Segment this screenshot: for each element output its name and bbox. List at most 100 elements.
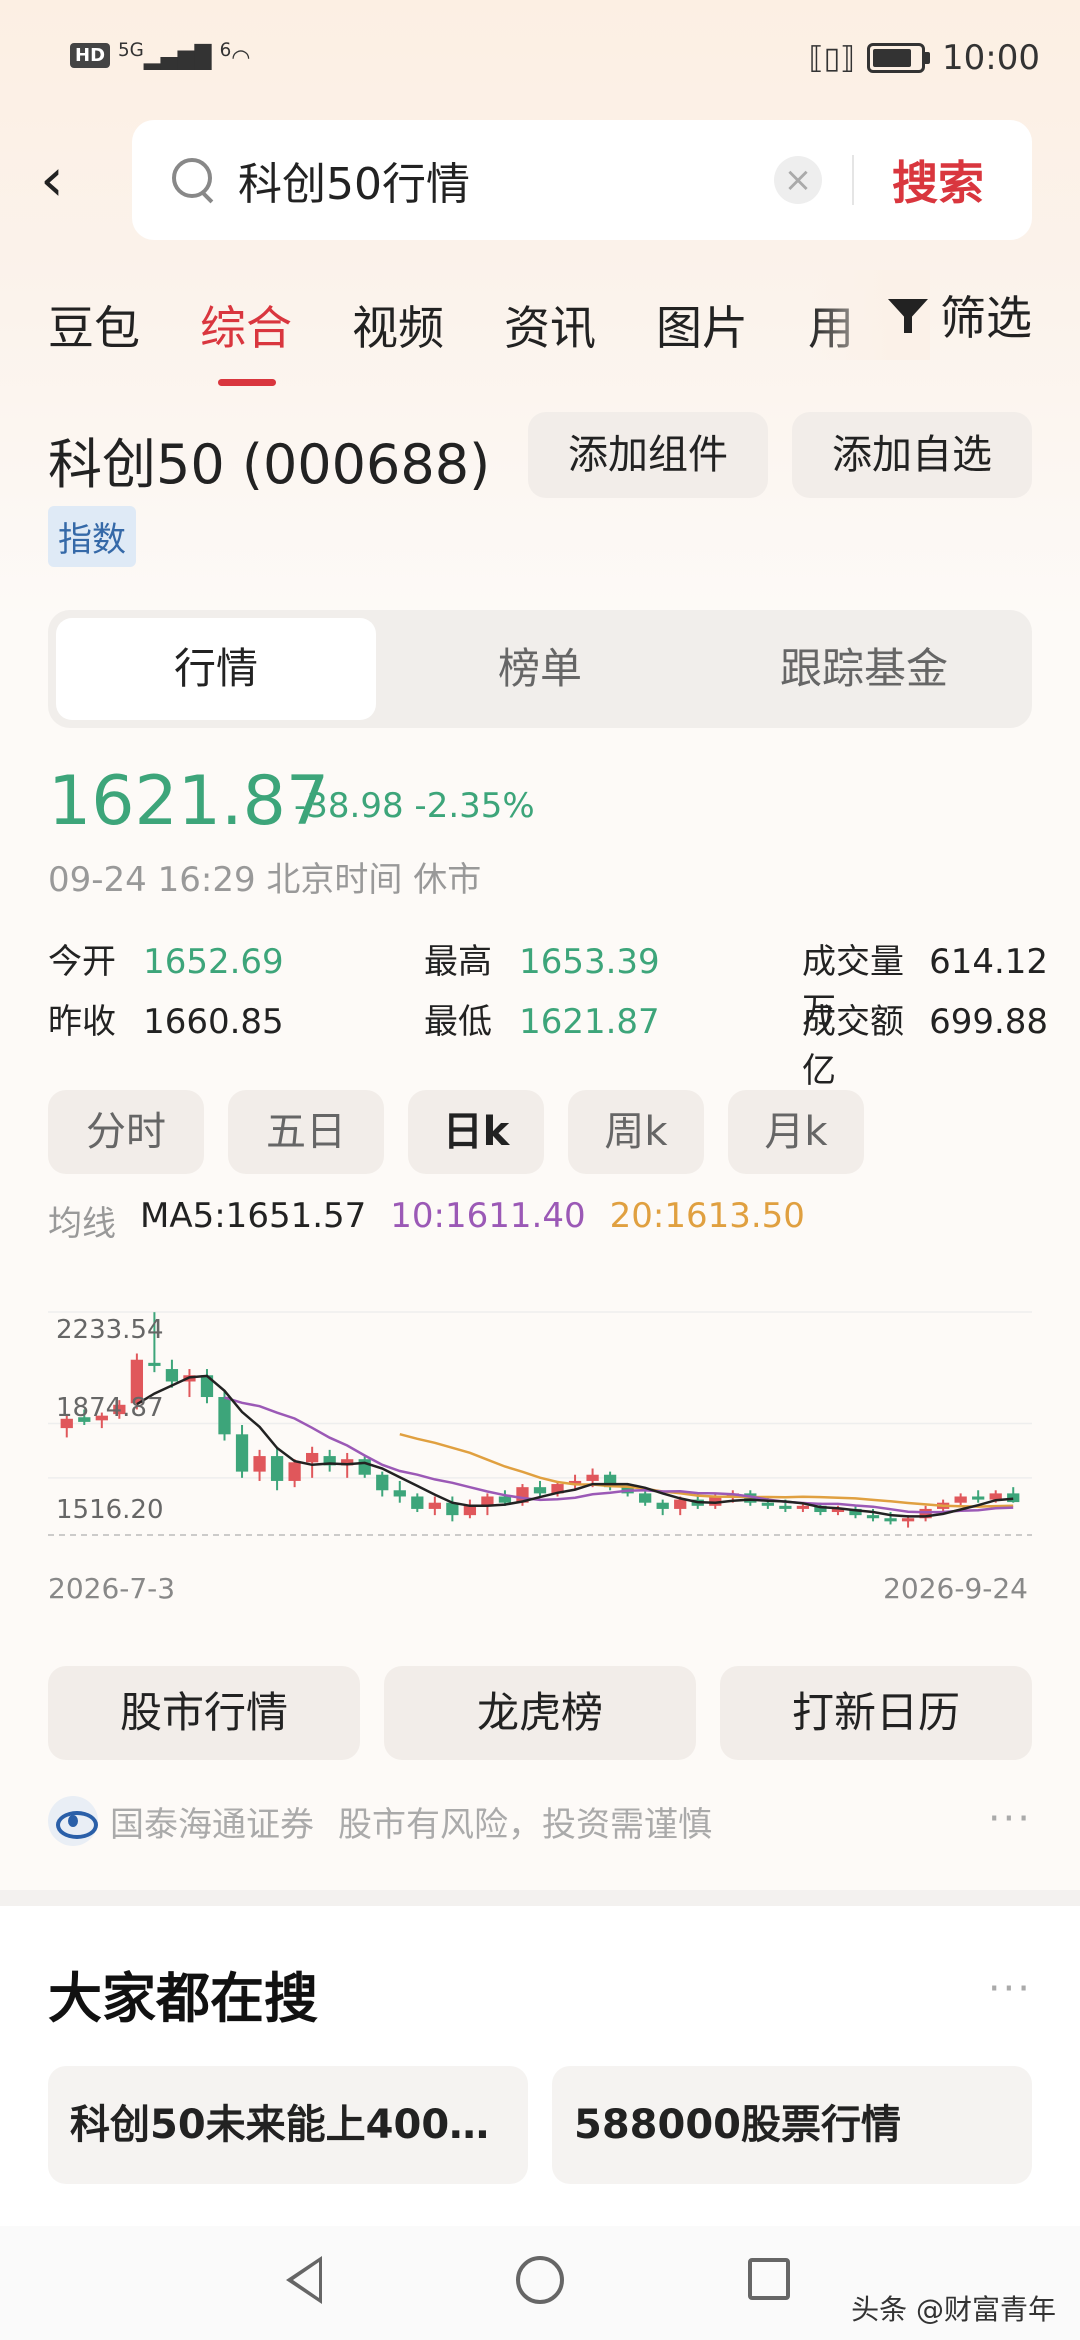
search-input[interactable]: 科创50行情	[238, 148, 774, 212]
candle-body	[288, 1462, 301, 1481]
stat-low: 最低 1621.87	[424, 1002, 660, 1042]
back-icon[interactable]: ‹	[40, 145, 90, 215]
period-five-day[interactable]: 五日	[228, 1090, 384, 1174]
stock-title: 科创50 (000688)	[48, 433, 491, 496]
x-start-date: 2026-7-3	[48, 1572, 176, 1605]
candle-body	[884, 1518, 897, 1522]
tab-news[interactable]: 资讯	[504, 292, 596, 358]
stat-high: 最高 1653.39	[424, 942, 660, 982]
y-tick-bottom: 1516.20	[56, 1495, 164, 1525]
stat-prev-close: 昨收 1660.85	[48, 1002, 284, 1042]
search-bar[interactable]: 科创50行情 × 搜索	[132, 120, 1032, 240]
vibrate-icon: ⟦▯⟧	[808, 40, 856, 76]
candle-body	[148, 1362, 161, 1366]
search-button[interactable]: 搜索	[892, 147, 984, 213]
status-time: 10:00	[942, 38, 1040, 78]
candle-body	[393, 1490, 406, 1497]
candle-body	[411, 1496, 424, 1509]
y-tick-top: 2233.54	[56, 1315, 164, 1345]
clear-icon[interactable]: ×	[774, 156, 822, 204]
candle-body	[253, 1456, 266, 1472]
filter-label: 筛选	[940, 291, 1032, 345]
ma-label: 均线	[48, 1204, 116, 1244]
period-daily-k[interactable]: 日k	[408, 1090, 544, 1174]
section-divider	[0, 1890, 1080, 1906]
ma5-line	[136, 1374, 1014, 1518]
ma20-line	[399, 1432, 1014, 1508]
ma5-value: MA5:1651.57	[140, 1196, 367, 1236]
search-icon	[172, 158, 216, 202]
price-change: -38.98 -2.35%	[294, 786, 535, 826]
filter-button[interactable]: 筛选	[888, 280, 1032, 350]
candle-body	[901, 1518, 915, 1522]
tab-general[interactable]: 综合	[200, 292, 292, 386]
status-bar-left: HD 5G▂▄▆█ 6◠	[70, 40, 250, 70]
candles	[60, 1312, 1020, 1528]
candle-body	[1007, 1493, 1020, 1503]
popular-item[interactable]: 588000股票行情	[552, 2066, 1032, 2184]
nav-home-icon[interactable]	[516, 2256, 564, 2304]
sponsor-name[interactable]: 国泰海通证券	[110, 1797, 314, 1846]
segmented-control: 行情 榜单 跟踪基金	[48, 610, 1032, 728]
kline-chart[interactable]: 2233.54 1874.87 1516.20 2026-7-3 2026-9-…	[48, 1290, 1032, 1620]
candle-body	[498, 1496, 512, 1503]
sponsor-logo-icon	[48, 1796, 98, 1846]
nav-recent-icon[interactable]	[748, 2258, 790, 2300]
battery-icon	[867, 43, 926, 73]
ma20-value: 20:1613.50	[609, 1196, 805, 1236]
search-divider	[852, 155, 854, 205]
dragon-tiger-button[interactable]: 龙虎榜	[384, 1666, 696, 1760]
candle-body	[533, 1487, 547, 1494]
risk-disclaimer: 股市有风险，投资需谨慎	[338, 1804, 712, 1845]
candle-body	[376, 1474, 389, 1491]
ma10-line	[224, 1396, 1014, 1514]
popular-item[interactable]: 科创50未来能上4000...	[48, 2066, 528, 2184]
change-percent: -2.35%	[414, 786, 535, 826]
battery-tip	[925, 52, 931, 64]
wifi-icon: 6◠	[219, 40, 251, 71]
period-intraday[interactable]: 分时	[48, 1090, 204, 1174]
candle-body	[954, 1496, 967, 1503]
sponsor-row: 国泰海通证券 股市有风险，投资需谨慎	[48, 1796, 712, 1846]
ma10-value: 10:1611.40	[390, 1196, 586, 1236]
index-tag: 指数	[48, 506, 136, 567]
period-monthly-k[interactable]: 月k	[728, 1090, 864, 1174]
candle-body	[761, 1502, 774, 1506]
ma-legend: 均线 MA5:1651.57 10:1611.40 20:1613.50	[48, 1196, 805, 1245]
tab-video[interactable]: 视频	[352, 292, 444, 358]
ma-lines	[136, 1374, 1014, 1518]
candle-body	[306, 1452, 319, 1463]
ipo-calendar-button[interactable]: 打新日历	[720, 1666, 1032, 1760]
tab-images[interactable]: 图片	[656, 292, 748, 358]
market-button[interactable]: 股市行情	[48, 1666, 360, 1760]
candle-body	[235, 1434, 249, 1472]
more-icon[interactable]: ···	[988, 1796, 1032, 1842]
nav-back-icon-inner	[293, 2262, 319, 2298]
stat-open: 今开 1652.69	[48, 942, 284, 982]
change-value: -38.98	[294, 786, 404, 826]
candle-body	[270, 1456, 284, 1481]
add-widget-button[interactable]: 添加组件	[528, 412, 768, 498]
x-end-date: 2026-9-24	[883, 1572, 1028, 1605]
segment-tracking-funds[interactable]: 跟踪基金	[704, 618, 1024, 720]
quote-time: 09-24 16:29 北京时间 休市	[48, 860, 482, 900]
popular-more-icon[interactable]: ···	[988, 1966, 1032, 2012]
filter-icon	[888, 295, 928, 335]
candle-body	[674, 1499, 687, 1509]
hd-badge: HD	[70, 42, 111, 68]
candle-body	[656, 1502, 669, 1509]
candle-body	[218, 1397, 231, 1435]
tab-doubao[interactable]: 豆包	[48, 292, 140, 358]
segment-ranking[interactable]: 榜单	[380, 618, 700, 720]
stat-amount: 成交额 699.88亿	[802, 1002, 1049, 1091]
candle-body	[358, 1459, 371, 1475]
watermark: 头条 @财富青年	[851, 2293, 1056, 2326]
current-price: 1621.87	[48, 762, 330, 841]
add-watchlist-button[interactable]: 添加自选	[792, 412, 1032, 498]
candle-body	[779, 1505, 792, 1509]
segment-quote[interactable]: 行情	[56, 618, 376, 720]
candle-body	[463, 1505, 477, 1516]
status-bar-right: ⟦▯⟧ 10:00	[809, 38, 1040, 78]
period-weekly-k[interactable]: 周k	[568, 1090, 704, 1174]
candle-body	[866, 1515, 880, 1519]
